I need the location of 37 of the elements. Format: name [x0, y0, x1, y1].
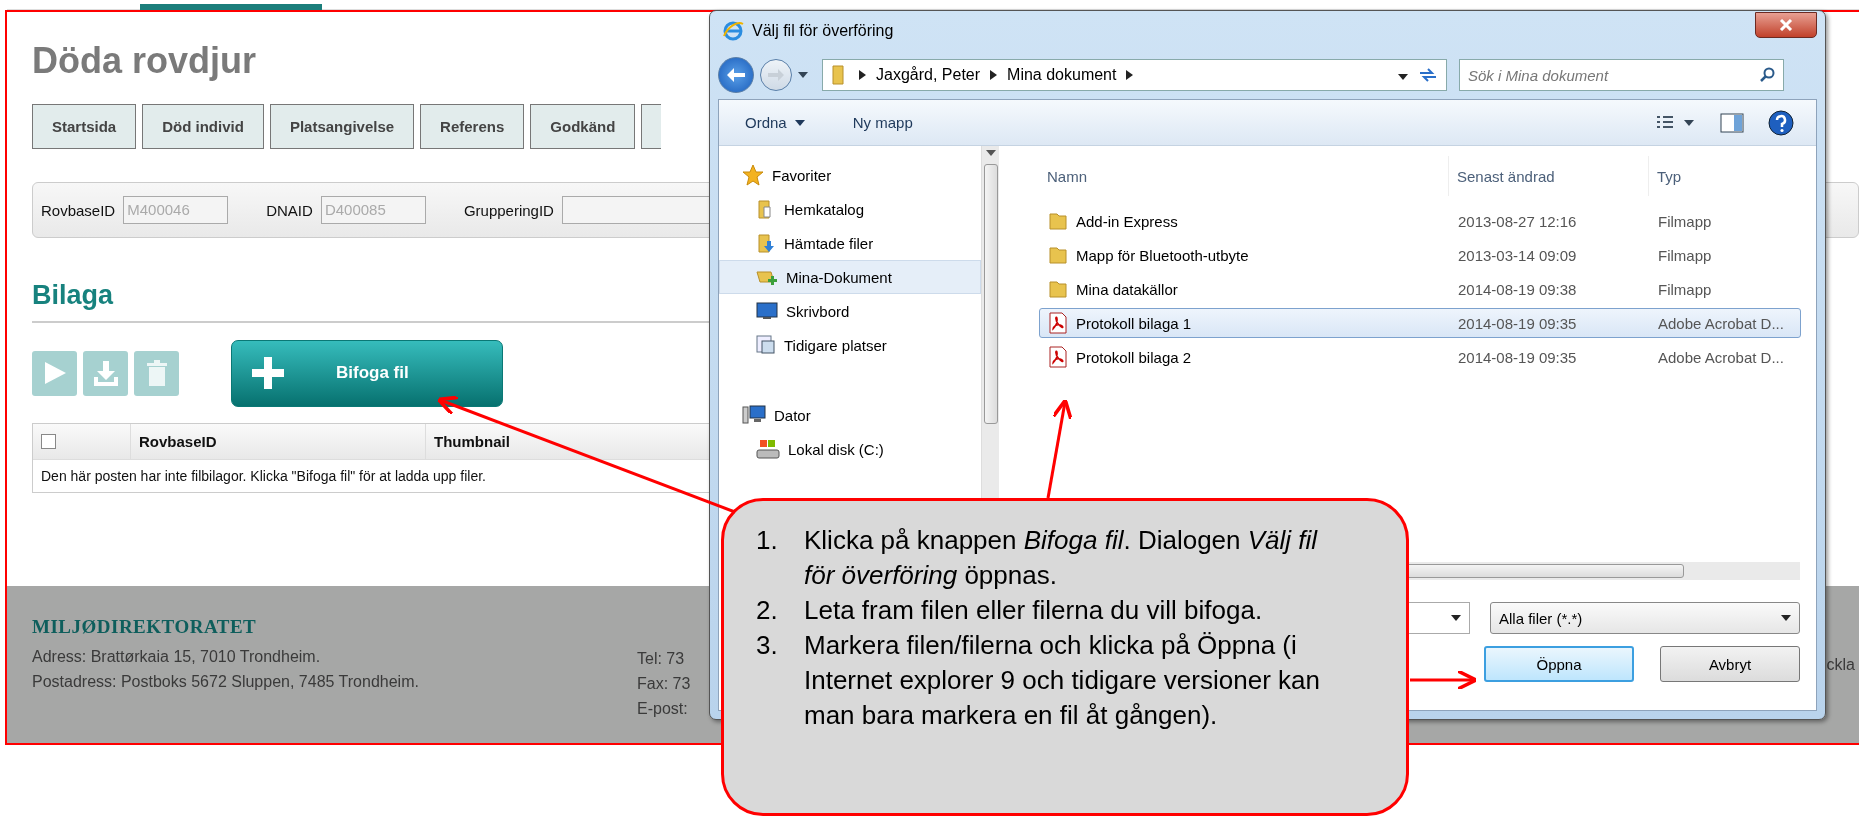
modified-date: 2013-03-14 09:09 [1458, 246, 1577, 264]
file-type: Adobe Acrobat D... [1658, 314, 1784, 332]
file-name: Mina datakällor [1076, 280, 1178, 298]
contact-line: Fax: 73 [637, 674, 691, 694]
column-header: Thumbnail [434, 433, 510, 450]
file-type: Filmapp [1658, 212, 1712, 230]
step-number: 3. [756, 629, 779, 662]
modified-date: 2014-08-19 09:38 [1458, 280, 1577, 298]
file-name: Protokoll bilaga 1 [1076, 314, 1192, 332]
address-line: Adress: Brattørkaia 15, 7010 Trondheim. [32, 647, 321, 667]
file-name: Add-in Express [1076, 212, 1178, 230]
contact-line: Tel: 73 [637, 649, 685, 669]
step-text: Klicka på knappen Bifoga fil. Dialogen Välj fil för överföring öppnas. [804, 524, 1319, 592]
field-label: DNAID [266, 201, 313, 219]
modified-date: 2013-08-27 12:16 [1458, 212, 1577, 230]
modified-date: 2014-08-19 09:35 [1458, 314, 1577, 332]
file-name: Protokoll bilaga 2 [1076, 348, 1192, 366]
field-label: RovbaseID [41, 201, 116, 219]
file-name: Mapp för Bluetooth-utbyte [1076, 246, 1249, 264]
empty-table-message: Den här posten har inte filbilagor. Klicka "Bifoga fil" för at ladda upp filer. [40, 467, 487, 486]
file-type: Filmapp [1658, 280, 1712, 298]
dialog-title: Välj fil för överföring [752, 22, 894, 40]
footer-text: ckla [1826, 656, 1855, 674]
step-number: 1. [756, 524, 779, 557]
step-text: Markera filen/filerna och klicka på Öppna (i Internet explorer 9 och tidigare versioner kan man bara markera en fil åt gången). [804, 629, 1321, 732]
address-line: Postadress: Postboks 5672 Sluppen, 7485 Trondheim. [32, 672, 419, 692]
contact-line: E-post: [637, 699, 688, 719]
step-number: 2. [756, 594, 779, 627]
column-header: RovbaseID [139, 433, 217, 450]
section-title: Bilaga [32, 280, 114, 311]
organization-name: MILJØDIREKTORATET [32, 616, 257, 638]
step-text: Leta fram filen eller filerna du vill bifoga. [804, 594, 1263, 627]
field-label: GrupperingID [463, 201, 554, 219]
file-type: Adobe Acrobat D... [1658, 348, 1784, 366]
page-title: Döda rovdjur [32, 40, 256, 82]
modified-date: 2014-08-19 09:35 [1458, 348, 1577, 366]
file-type: Filmapp [1658, 246, 1712, 264]
